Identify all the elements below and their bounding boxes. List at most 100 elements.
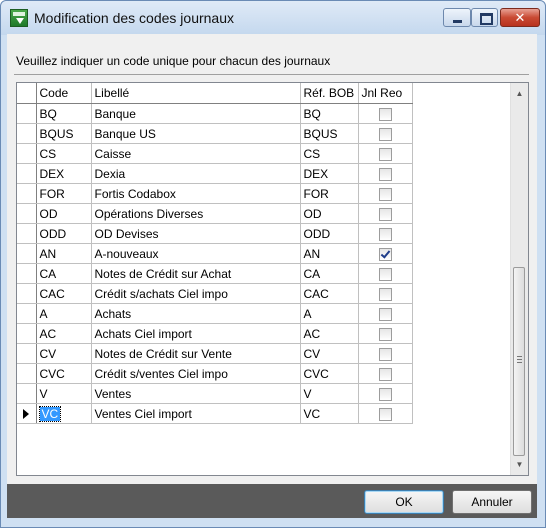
- maximize-button[interactable]: [471, 8, 498, 27]
- table-row[interactable]: A Achats A: [17, 303, 413, 324]
- row-selector[interactable]: [17, 103, 37, 124]
- row-selector[interactable]: [17, 163, 37, 184]
- cell-code[interactable]: V: [36, 383, 92, 404]
- cell-libelle[interactable]: Ventes Ciel import: [91, 403, 301, 424]
- cell-libelle[interactable]: Notes de Crédit sur Achat: [91, 263, 301, 284]
- minimize-button[interactable]: [443, 8, 471, 27]
- cell-ref-bob[interactable]: OD: [300, 203, 359, 224]
- table-row[interactable]: CV Notes de Crédit sur Vente CV: [17, 343, 413, 364]
- jnl-reo-checkbox[interactable]: [378, 207, 392, 221]
- table-row[interactable]: VC Ventes Ciel import VC: [17, 403, 413, 424]
- cell-code[interactable]: CV: [36, 343, 92, 364]
- cell-ref-bob[interactable]: ODD: [300, 223, 359, 244]
- cell-ref-bob[interactable]: BQ: [300, 103, 359, 124]
- cell-libelle[interactable]: Achats: [91, 303, 301, 324]
- cell-ref-bob[interactable]: BQUS: [300, 123, 359, 144]
- table-row[interactable]: BQ Banque BQ: [17, 103, 413, 124]
- cell-libelle[interactable]: Ventes: [91, 383, 301, 404]
- row-selector[interactable]: [17, 343, 37, 364]
- cell-libelle[interactable]: Crédit s/ventes Ciel impo: [91, 363, 301, 384]
- table-row[interactable]: CAC Crédit s/achats Ciel impo CAC: [17, 283, 413, 304]
- jnl-reo-checkbox[interactable]: [378, 247, 392, 261]
- cell-ref-bob[interactable]: CAC: [300, 283, 359, 304]
- row-selector[interactable]: [17, 323, 37, 344]
- jnl-reo-checkbox[interactable]: [378, 347, 392, 361]
- cell-libelle[interactable]: Dexia: [91, 163, 301, 184]
- cell-ref-bob[interactable]: FOR: [300, 183, 359, 204]
- cell-code[interactable]: BQUS: [36, 123, 92, 144]
- cell-code[interactable]: CAC: [36, 283, 92, 304]
- cell-libelle[interactable]: Caisse: [91, 143, 301, 164]
- cell-code[interactable]: CS: [36, 143, 92, 164]
- ok-button[interactable]: OK: [364, 490, 444, 514]
- cell-libelle[interactable]: Notes de Crédit sur Vente: [91, 343, 301, 364]
- cell-libelle[interactable]: Crédit s/achats Ciel impo: [91, 283, 301, 304]
- scroll-up-arrow-icon[interactable]: ▲: [511, 85, 528, 102]
- jnl-reo-checkbox[interactable]: [378, 307, 392, 321]
- row-selector[interactable]: [17, 383, 37, 404]
- cell-libelle[interactable]: OD Devises: [91, 223, 301, 244]
- cell-code[interactable]: ODD: [36, 223, 92, 244]
- table-row[interactable]: FOR Fortis Codabox FOR: [17, 183, 413, 204]
- cell-code[interactable]: DEX: [36, 163, 92, 184]
- cell-ref-bob[interactable]: VC: [300, 403, 359, 424]
- jnl-reo-checkbox[interactable]: [378, 187, 392, 201]
- cell-ref-bob[interactable]: CS: [300, 143, 359, 164]
- jnl-reo-checkbox[interactable]: [378, 327, 392, 341]
- row-selector[interactable]: [17, 363, 37, 384]
- row-selector[interactable]: [17, 223, 37, 244]
- cell-libelle[interactable]: Banque: [91, 103, 301, 124]
- cell-ref-bob[interactable]: AC: [300, 323, 359, 344]
- cell-libelle[interactable]: Achats Ciel import: [91, 323, 301, 344]
- row-selector[interactable]: [17, 123, 37, 144]
- column-header-jnl-reo[interactable]: Jnl Reo: [358, 83, 413, 104]
- jnl-reo-checkbox[interactable]: [378, 147, 392, 161]
- cell-libelle[interactable]: A-nouveaux: [91, 243, 301, 264]
- journal-codes-grid[interactable]: Code Libellé Réf. BOB Jnl Reo BQ Banque BQ…: [16, 82, 529, 476]
- jnl-reo-checkbox[interactable]: [378, 107, 392, 121]
- jnl-reo-checkbox[interactable]: [378, 227, 392, 241]
- jnl-reo-checkbox[interactable]: [378, 167, 392, 181]
- cell-code[interactable]: AN: [36, 243, 92, 264]
- cell-ref-bob[interactable]: AN: [300, 243, 359, 264]
- cell-ref-bob[interactable]: CA: [300, 263, 359, 284]
- cell-code[interactable]: CA: [36, 263, 92, 284]
- row-selector[interactable]: [17, 403, 37, 424]
- cell-code[interactable]: AC: [36, 323, 92, 344]
- row-selector[interactable]: [17, 183, 37, 204]
- cell-ref-bob[interactable]: V: [300, 383, 359, 404]
- jnl-reo-checkbox[interactable]: [378, 287, 392, 301]
- title-bar[interactable]: Modification des codes journaux ✕: [1, 1, 545, 35]
- row-selector[interactable]: [17, 243, 37, 264]
- cell-ref-bob[interactable]: A: [300, 303, 359, 324]
- scroll-down-arrow-icon[interactable]: ▼: [511, 456, 528, 473]
- close-button[interactable]: ✕: [500, 8, 540, 27]
- row-selector[interactable]: [17, 303, 37, 324]
- column-header-code[interactable]: Code: [36, 83, 92, 104]
- row-selector[interactable]: [17, 283, 37, 304]
- table-row[interactable]: CS Caisse CS: [17, 143, 413, 164]
- cell-libelle[interactable]: Fortis Codabox: [91, 183, 301, 204]
- table-row[interactable]: CVC Crédit s/ventes Ciel impo CVC: [17, 363, 413, 384]
- table-row[interactable]: BQUS Banque US BQUS: [17, 123, 413, 144]
- column-header-libelle[interactable]: Libellé: [91, 83, 301, 104]
- table-row[interactable]: OD Opérations Diverses OD: [17, 203, 413, 224]
- row-selector[interactable]: [17, 203, 37, 224]
- table-row[interactable]: CA Notes de Crédit sur Achat CA: [17, 263, 413, 284]
- cell-ref-bob[interactable]: CVC: [300, 363, 359, 384]
- table-row[interactable]: AN A-nouveaux AN: [17, 243, 413, 264]
- jnl-reo-checkbox[interactable]: [378, 267, 392, 281]
- cell-code-value[interactable]: VC: [38, 405, 62, 422]
- cell-code[interactable]: CVC: [36, 363, 92, 384]
- cell-libelle[interactable]: Opérations Diverses: [91, 203, 301, 224]
- jnl-reo-checkbox[interactable]: [378, 367, 392, 381]
- table-row[interactable]: AC Achats Ciel import AC: [17, 323, 413, 344]
- jnl-reo-checkbox[interactable]: [378, 387, 392, 401]
- row-selector[interactable]: [17, 263, 37, 284]
- vertical-scrollbar[interactable]: ▲ ▼: [510, 83, 528, 475]
- cell-code[interactable]: VC: [36, 403, 92, 424]
- scrollbar-thumb[interactable]: [513, 267, 525, 456]
- cell-ref-bob[interactable]: CV: [300, 343, 359, 364]
- column-header-ref-bob[interactable]: Réf. BOB: [300, 83, 359, 104]
- cell-code[interactable]: OD: [36, 203, 92, 224]
